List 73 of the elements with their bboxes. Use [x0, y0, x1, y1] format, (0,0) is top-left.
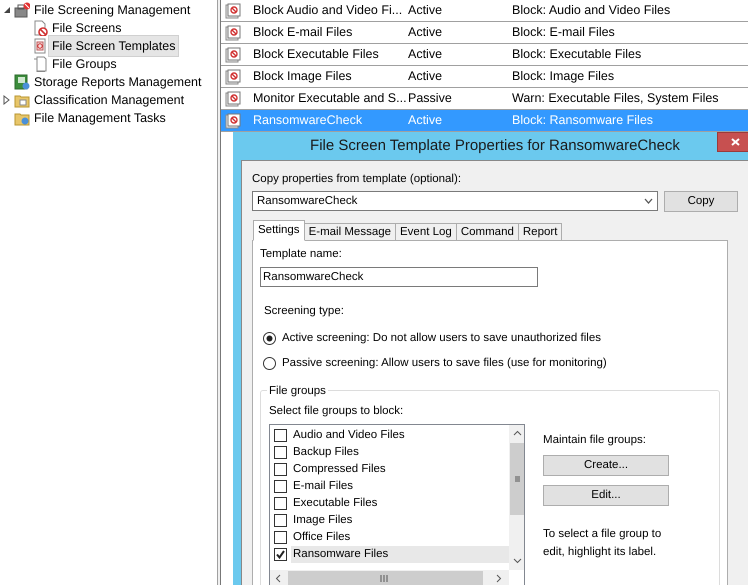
list-item[interactable]: Backup Files [291, 444, 509, 462]
option-label: Active screening: Do not allow users to save unauthorized files [282, 330, 601, 346]
hint-text: To select a file group to edit, highlight its label. [543, 527, 662, 560]
table-cell-text: Block Image Files [253, 68, 353, 86]
expanded-arrow-icon[interactable] [2, 5, 12, 15]
list-item[interactable]: E-mail Files [291, 478, 509, 496]
table-cell-text: Warn: Executable Files, System Files [512, 90, 719, 108]
template-dropdown[interactable]: RansomwareCheck [252, 191, 658, 212]
field-label: Template name: [260, 247, 343, 262]
template-icon [225, 90, 241, 106]
table-cell-text: Active [408, 2, 444, 20]
table-cell-text: Block: Image Files [512, 68, 614, 86]
template-icon [225, 24, 241, 40]
table-cell-text: Monitor Executable and S... [253, 90, 408, 108]
table-cell-text: Active [408, 112, 444, 130]
checkbox[interactable] [274, 480, 287, 493]
tree-item[interactable]: File Screen Templates [48, 34, 180, 58]
dialog-title: File Screen Template Properties for RansomwareCheck [310, 136, 680, 156]
field-label: Maintain file groups: [543, 433, 647, 448]
close-icon [730, 138, 740, 146]
list-item[interactable]: Audio and Video Files [291, 426, 509, 444]
table-cell-text: Block E-mail Files [253, 24, 354, 42]
table-cell-text: Block: Executable Files [512, 46, 642, 64]
table-cell-text: Block: Ransomware Files [512, 112, 654, 130]
toolbox-icon [14, 2, 30, 18]
template-icon [225, 46, 241, 62]
option-label: Passive screening: Allow users to save files (use for monitoring) [282, 356, 607, 371]
template-icon [225, 112, 241, 128]
table-row[interactable]: Block Executable Files Active Block: Executable Files [221, 44, 748, 66]
checkbox[interactable] [274, 514, 287, 527]
list-item[interactable]: Image Files [291, 512, 509, 530]
table-row[interactable]: Block Image Files Active Block: Image Files [221, 66, 748, 88]
table-row[interactable]: Block Audio and Video Fi... Active Block: Audio and Video Files [221, 0, 748, 22]
blocked-document-icon [32, 38, 48, 54]
text-field[interactable]: RansomwareCheck [260, 266, 538, 286]
table-cell-text: Block Audio and Video Fi... [253, 2, 404, 20]
dropdown-caret-icon [644, 198, 653, 204]
report-icon [14, 74, 30, 90]
field-label: Screening type: [264, 304, 345, 318]
checkbox[interactable] [274, 429, 287, 442]
table-row[interactable]: Block E-mail Files Active Block: E-mail Files [221, 22, 748, 44]
table-cell-text: Block Executable Files [253, 46, 380, 64]
template-icon [225, 2, 241, 18]
template-icon [225, 68, 241, 84]
table-cell-text: RansomwareCheck [253, 112, 364, 130]
table-cell-text: Active [408, 24, 444, 42]
radio-button[interactable] [263, 356, 276, 370]
table-cell-text: Block: E-mail Files [512, 24, 615, 42]
tab[interactable]: Settings [253, 220, 305, 242]
list-item[interactable]: Executable Files [291, 494, 509, 512]
checkbox[interactable] [274, 531, 287, 544]
tab[interactable]: Report [518, 223, 562, 242]
close-button[interactable] [717, 132, 748, 152]
dialog-button[interactable]: Create... [543, 455, 669, 476]
field-label: Select file groups to block: [269, 404, 404, 419]
table-cell-text: Passive [408, 90, 453, 108]
collapsed-arrow-icon[interactable] [2, 95, 12, 105]
blocked-document-icon [32, 20, 48, 36]
checkbox[interactable] [274, 497, 287, 510]
table-cell-text: Active [408, 46, 444, 64]
dialog-button[interactable]: Edit... [543, 485, 669, 506]
list-item[interactable]: Ransomware Files [291, 546, 509, 564]
copy-button[interactable]: Copy [664, 191, 738, 212]
field-label: Copy properties from template (optional): [252, 173, 462, 185]
list-item[interactable]: Compressed Files [291, 460, 509, 478]
list-item[interactable]: Office Files [291, 528, 509, 546]
radio-button[interactable] [263, 332, 276, 345]
table-cell-text: Block: Audio and Video Files [512, 2, 670, 20]
table-cell-text: Active [408, 68, 444, 86]
checkbox[interactable] [274, 548, 287, 561]
documents-icon [32, 56, 48, 72]
checkbox[interactable] [274, 446, 287, 459]
checkbox[interactable] [274, 463, 287, 476]
